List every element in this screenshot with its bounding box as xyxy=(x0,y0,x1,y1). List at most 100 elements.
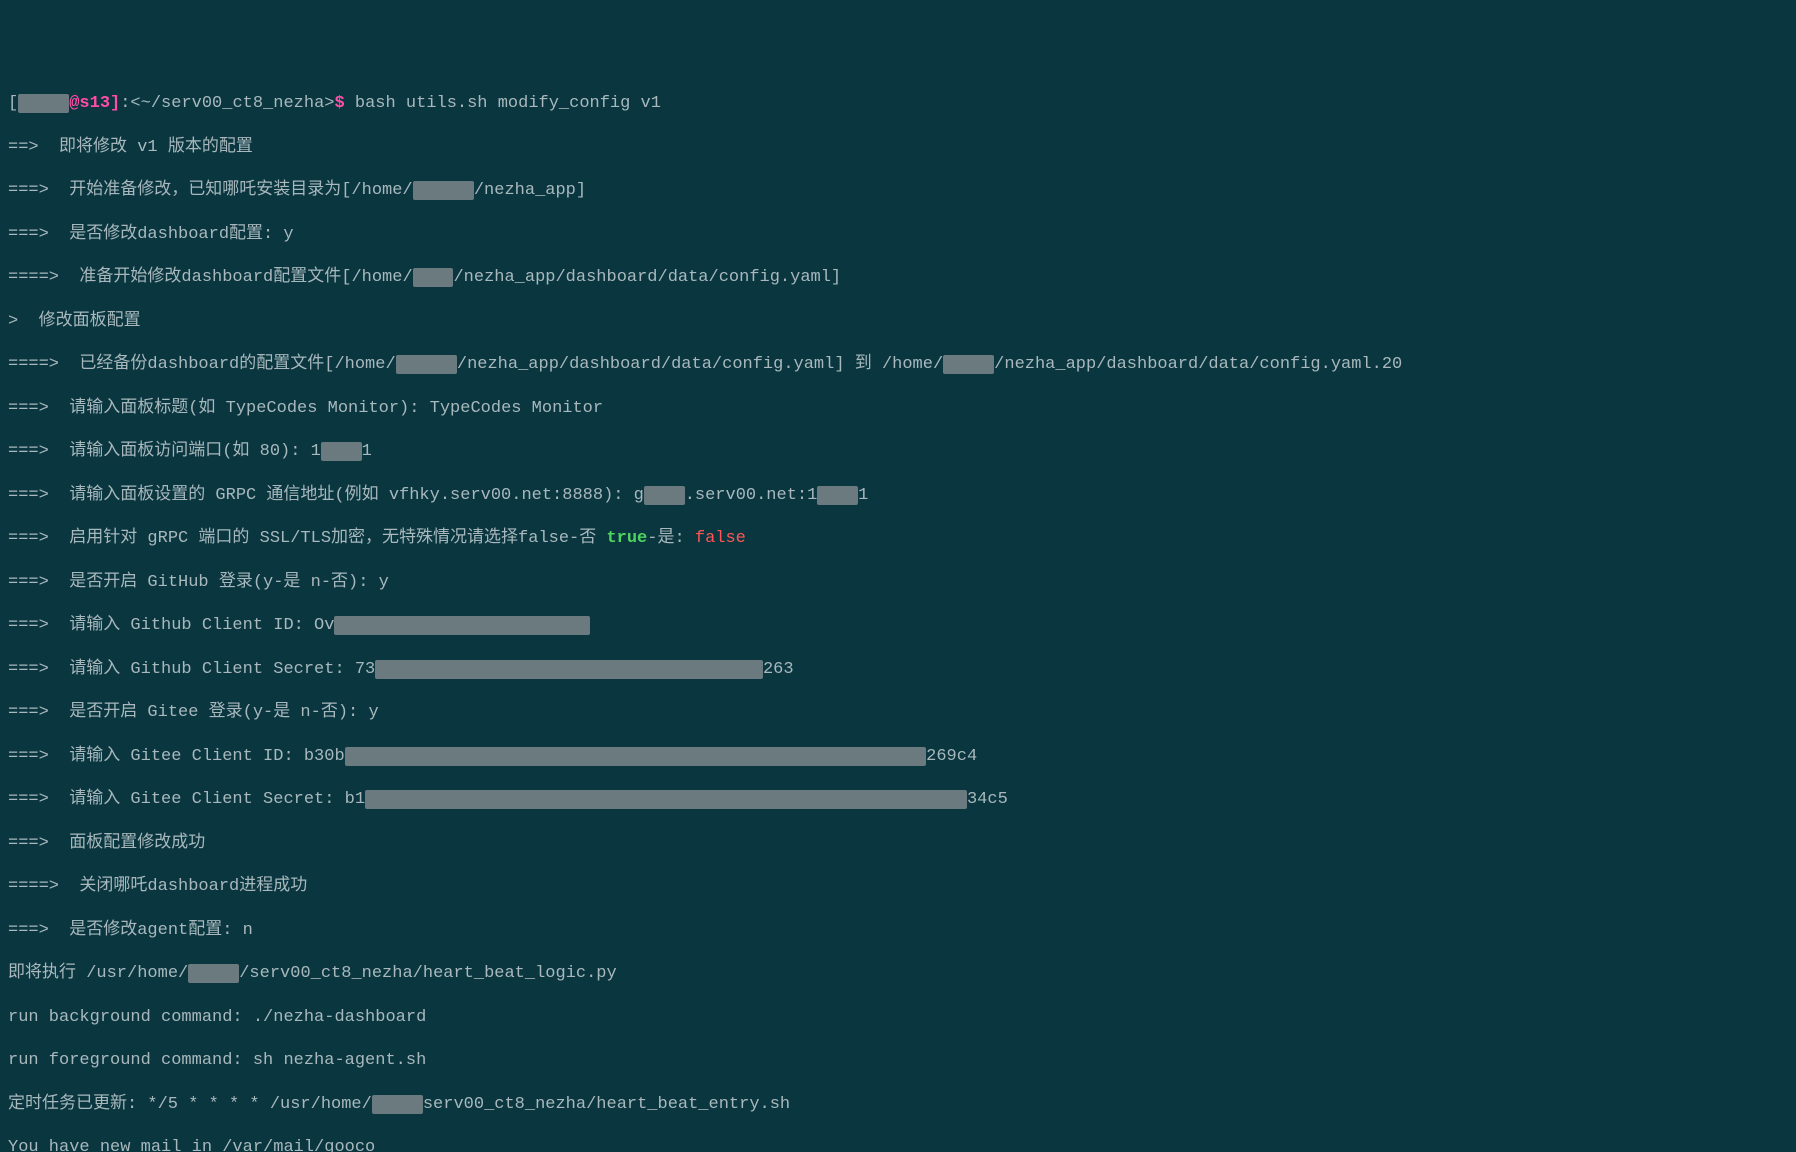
redacted xyxy=(372,1095,423,1114)
text: 请输入面板访问端口(如 80): 1 xyxy=(69,442,321,461)
arrow: ====> xyxy=(8,268,79,287)
output-line: ===> 请输入 Gitee Client ID: b30b 269c4 xyxy=(8,746,1788,768)
prompt-dollar: $ xyxy=(334,94,344,113)
text: /nezha_app] xyxy=(474,181,586,200)
arrow: ===> xyxy=(8,921,69,940)
text: /serv00_ct8_nezha/heart_beat_logic.py xyxy=(239,964,616,983)
text: 请输入面板设置的 GRPC 通信地址(例如 vfhky.serv00.net:8… xyxy=(69,486,644,505)
redacted xyxy=(334,616,589,635)
output-line: ===> 是否修改agent配置: n xyxy=(8,920,1788,942)
text: 是否开启 GitHub 登录(y-是 n-否): y xyxy=(69,573,389,592)
text: run foreground command: sh nezha-agent.s… xyxy=(8,1051,426,1070)
arrow: ===> xyxy=(8,616,69,635)
redacted xyxy=(375,660,763,679)
cwd-path: :<~/serv00_ct8_nezha> xyxy=(120,94,334,113)
text: 请输入 Gitee Client Secret: b1 xyxy=(69,790,365,809)
output-line: ===> 是否开启 Gitee 登录(y-是 n-否): y xyxy=(8,702,1788,724)
text: 请输入面板标题(如 TypeCodes Monitor): TypeCodes … xyxy=(69,399,603,418)
output-line: ===> 请输入面板设置的 GRPC 通信地址(例如 vfhky.serv00.… xyxy=(8,485,1788,507)
arrow: ===> xyxy=(8,399,69,418)
text: /nezha_app/dashboard/data/config.yaml] 到… xyxy=(457,355,943,374)
text: 请输入 Github Client Secret: 73 xyxy=(69,660,375,679)
arrow: ===> xyxy=(8,703,69,722)
output-line: ====> 关闭哪吒dashboard进程成功 xyxy=(8,876,1788,898)
output-line: 定时任务已更新: */5 * * * * /usr/home/ serv00_c… xyxy=(8,1094,1788,1116)
text: 关闭哪吒dashboard进程成功 xyxy=(79,877,307,896)
output-line: ===> 请输入 Github Client Secret: 73 263 xyxy=(8,659,1788,681)
text: .serv00.net:1 xyxy=(685,486,818,505)
arrow: ===> xyxy=(8,486,69,505)
output-line: > 修改面板配置 xyxy=(8,311,1788,333)
text: 请输入 Github Client ID: Ov xyxy=(69,616,334,635)
redacted xyxy=(396,355,457,374)
redacted xyxy=(943,355,994,374)
user-host: @s13] xyxy=(69,94,120,113)
output-line: ===> 启用针对 gRPC 端口的 SSL/TLS加密，无特殊情况请选择fal… xyxy=(8,528,1788,550)
text: 准备开始修改dashboard配置文件[/home/ xyxy=(79,268,412,287)
text: 是否修改agent配置: n xyxy=(69,921,253,940)
text: 1 xyxy=(362,442,372,461)
redacted xyxy=(345,747,927,766)
redacted xyxy=(365,790,967,809)
text: /nezha_app/dashboard/data/config.yaml] xyxy=(453,268,841,287)
output-line: ===> 面板配置修改成功 xyxy=(8,833,1788,855)
false-value: false xyxy=(695,529,746,548)
arrow: ===> xyxy=(8,573,69,592)
arrow: ====> xyxy=(8,877,79,896)
command-text: bash utils.sh modify_config v1 xyxy=(345,94,661,113)
arrow: ===> xyxy=(8,660,69,679)
text: 面板配置修改成功 xyxy=(69,834,205,853)
text: 已经备份dashboard的配置文件[/home/ xyxy=(79,355,395,374)
bracket-open: [ xyxy=(8,94,18,113)
arrow: ====> xyxy=(8,355,79,374)
output-line: ===> 开始准备修改，已知哪吒安装目录为[/home/ /nezha_app] xyxy=(8,180,1788,202)
output-line: run foreground command: sh nezha-agent.s… xyxy=(8,1050,1788,1072)
redacted xyxy=(413,268,454,287)
redacted xyxy=(817,486,858,505)
text: 开始准备修改，已知哪吒安装目录为[/home/ xyxy=(69,181,412,200)
arrow: ===> xyxy=(8,834,69,853)
arrow: ===> xyxy=(8,790,69,809)
output-line: ===> 是否修改dashboard配置: y xyxy=(8,224,1788,246)
text: 是否开启 Gitee 登录(y-是 n-否): y xyxy=(69,703,378,722)
output-line: ===> 请输入面板访问端口(如 80): 1 1 xyxy=(8,441,1788,463)
arrow: ===> xyxy=(8,442,69,461)
output-line: ===> 请输入面板标题(如 TypeCodes Monitor): TypeC… xyxy=(8,398,1788,420)
redacted xyxy=(644,486,685,505)
arrow: ===> xyxy=(8,181,69,200)
text: 即将执行 /usr/home/ xyxy=(8,964,188,983)
output-line: You have new mail in /var/mail/gooco xyxy=(8,1137,1788,1152)
arrow: ===> xyxy=(8,529,69,548)
redacted xyxy=(413,181,474,200)
text: run background command: ./nezha-dashboar… xyxy=(8,1008,426,1027)
text: /nezha_app/dashboard/data/config.yaml.20 xyxy=(994,355,1402,374)
text: You have new mail in /var/mail/gooco xyxy=(8,1138,375,1152)
output-line: ===> 是否开启 GitHub 登录(y-是 n-否): y xyxy=(8,572,1788,594)
text: 修改面板配置 xyxy=(39,312,141,331)
redacted xyxy=(188,964,239,983)
output-line: ====> 已经备份dashboard的配置文件[/home/ /nezha_a… xyxy=(8,354,1788,376)
arrow: ===> xyxy=(8,225,69,244)
text: serv00_ct8_nezha/heart_beat_entry.sh xyxy=(423,1095,790,1114)
redacted xyxy=(321,442,362,461)
prompt-line-1: [ @s13]:<~/serv00_ct8_nezha>$ bash utils… xyxy=(8,93,1788,115)
text: 启用针对 gRPC 端口的 SSL/TLS加密，无特殊情况请选择false-否 xyxy=(69,529,606,548)
output-line: ==> 即将修改 v1 版本的配置 xyxy=(8,137,1788,159)
arrow: ===> xyxy=(8,747,69,766)
output-line: ===> 请输入 Gitee Client Secret: b1 34c5 xyxy=(8,789,1788,811)
text: 34c5 xyxy=(967,790,1008,809)
output-line: ====> 准备开始修改dashboard配置文件[/home/ /nezha_… xyxy=(8,267,1788,289)
text: -是: xyxy=(647,529,695,548)
text: 269c4 xyxy=(926,747,977,766)
output-line: 即将执行 /usr/home/ /serv00_ct8_nezha/heart_… xyxy=(8,963,1788,985)
text: 263 xyxy=(763,660,794,679)
text: 1 xyxy=(858,486,868,505)
text: 是否修改dashboard配置: y xyxy=(69,225,293,244)
user-redacted xyxy=(18,94,69,113)
output-line: run background command: ./nezha-dashboar… xyxy=(8,1007,1788,1029)
arrow: ==> xyxy=(8,138,59,157)
output-line: ===> 请输入 Github Client ID: Ov xyxy=(8,615,1788,637)
true-value: true xyxy=(606,529,647,548)
arrow: > xyxy=(8,312,39,331)
text: 定时任务已更新: */5 * * * * /usr/home/ xyxy=(8,1095,372,1114)
